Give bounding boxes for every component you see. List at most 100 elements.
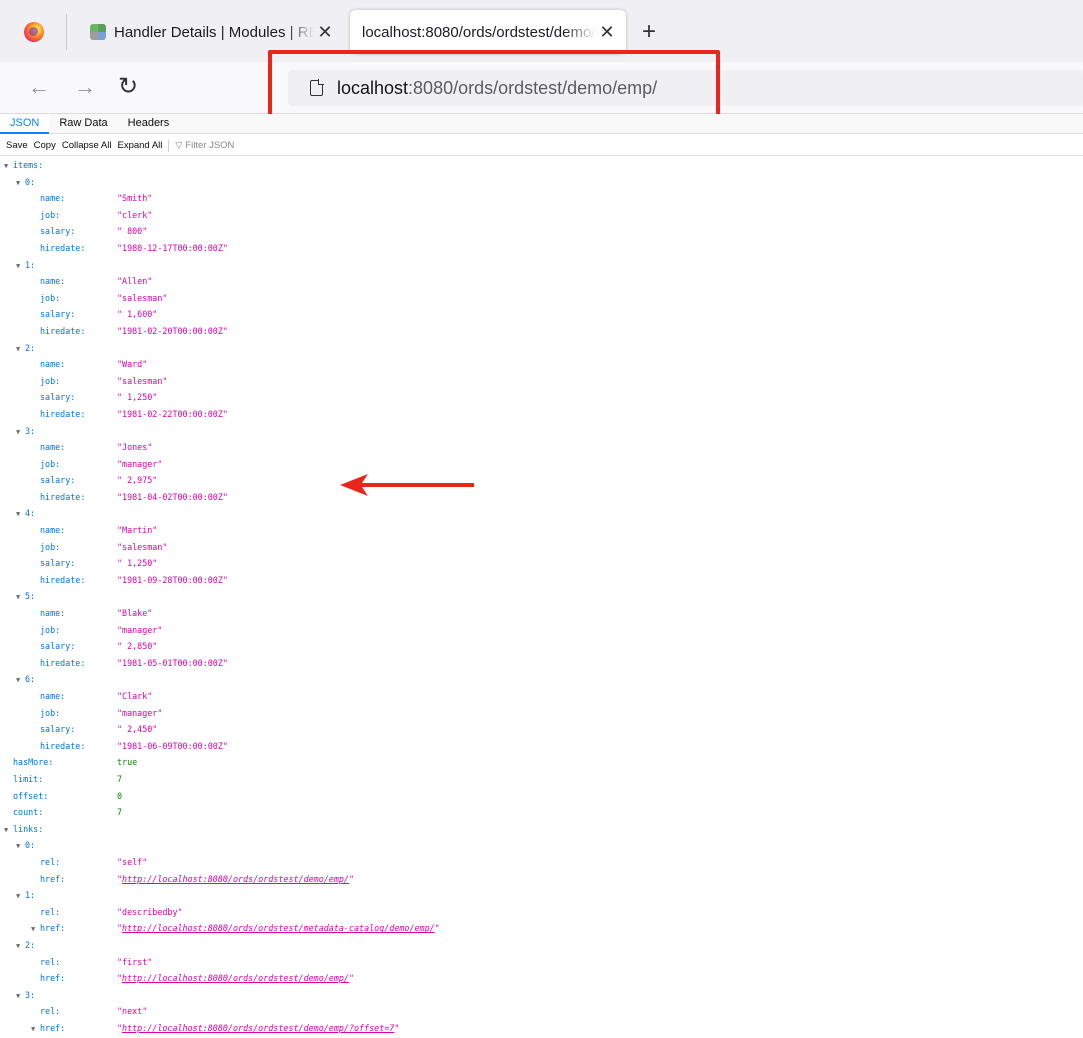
- tree-row[interactable]: rel: "self": [0, 854, 1083, 871]
- tree-row[interactable]: name: "Allen": [0, 273, 1083, 290]
- expand-toggle-icon[interactable]: ▼: [16, 672, 25, 689]
- tree-row[interactable]: job: "salesman": [0, 290, 1083, 307]
- close-icon[interactable]: ✕: [596, 22, 618, 43]
- tree-row[interactable]: rel: "describedby": [0, 904, 1083, 921]
- tree-row[interactable]: count: 7: [0, 804, 1083, 821]
- expand-toggle-icon[interactable]: ▼: [16, 938, 25, 955]
- tree-row[interactable]: job: "salesman": [0, 539, 1083, 556]
- tree-node[interactable]: ▼ 2:: [0, 937, 1083, 954]
- tree-row[interactable]: salary: " 1,250": [0, 555, 1083, 572]
- href-link[interactable]: http://localhost:8080/ords/ordstest/demo…: [122, 1023, 394, 1033]
- tree-row[interactable]: name: "Clark": [0, 688, 1083, 705]
- tree-row[interactable]: hiredate: "1981-09-28T00:00:00Z": [0, 572, 1083, 589]
- tree-row[interactable]: ▼ href: "http://localhost:8080/ords/ordste…: [0, 1020, 1083, 1037]
- forward-arrow-icon[interactable]: →: [74, 74, 96, 100]
- tab-raw-data[interactable]: Raw Data: [49, 114, 117, 134]
- tree-node[interactable]: ▼ 1:: [0, 887, 1083, 904]
- tree-row[interactable]: salary: " 800": [0, 223, 1083, 240]
- filter-json-input[interactable]: Filter JSON: [185, 140, 234, 151]
- tree-row[interactable]: limit: 7: [0, 771, 1083, 788]
- tree-row[interactable]: hiredate: "1980-12-17T00:00:00Z": [0, 240, 1083, 257]
- tree-row[interactable]: hiredate: "1981-02-22T00:00:00Z": [0, 406, 1083, 423]
- tab-handler-details[interactable]: Handler Details | Modules | RESTful Serv…: [76, 10, 344, 54]
- tree-row[interactable]: salary: " 2,850": [0, 638, 1083, 655]
- json-tree: ▼ items: ▼ 0: name: "Smith" job: "clerk" salary:…: [0, 157, 1083, 1036]
- collapse-all-button[interactable]: Collapse All: [62, 140, 112, 151]
- tree-row[interactable]: job: "clerk": [0, 207, 1083, 224]
- tree-node[interactable]: ▼ 3:: [0, 987, 1083, 1004]
- tree-node[interactable]: ▼ 3:: [0, 423, 1083, 440]
- hiredate-key-label: hiredate:: [40, 740, 86, 751]
- name-key: name:: [40, 273, 65, 290]
- expand-toggle-icon[interactable]: ▼: [16, 988, 25, 1005]
- expand-toggle-icon[interactable]: ▼: [16, 258, 25, 275]
- reload-icon[interactable]: ↻: [118, 72, 138, 101]
- links-key: ▼ links:: [4, 821, 43, 839]
- firefox-logo-icon[interactable]: [24, 22, 44, 42]
- tree-row[interactable]: rel: "next": [0, 1003, 1083, 1020]
- tree-row[interactable]: job: "manager": [0, 705, 1083, 722]
- tree-node[interactable]: ▼ 6:: [0, 671, 1083, 688]
- expand-toggle-icon[interactable]: ▼: [16, 888, 25, 905]
- tree-row[interactable]: hiredate: "1981-04-02T00:00:00Z": [0, 489, 1083, 506]
- expand-toggle-icon[interactable]: ▼: [16, 424, 25, 441]
- tree-row[interactable]: name: "Martin": [0, 522, 1083, 539]
- tree-row[interactable]: salary: " 1,250": [0, 389, 1083, 406]
- new-tab-button[interactable]: +: [642, 18, 656, 46]
- expand-toggle-icon[interactable]: ▼: [16, 506, 25, 523]
- expand-all-button[interactable]: Expand All: [117, 140, 162, 151]
- tree-row[interactable]: hasMore: true: [0, 754, 1083, 771]
- tree-row[interactable]: job: "manager": [0, 622, 1083, 639]
- tree-row[interactable]: job: "manager": [0, 456, 1083, 473]
- tree-row[interactable]: hiredate: "1981-05-01T00:00:00Z": [0, 655, 1083, 672]
- tree-row[interactable]: name: "Ward": [0, 356, 1083, 373]
- tree-row[interactable]: job: "salesman": [0, 373, 1083, 390]
- expand-toggle-icon[interactable]: ▼: [16, 838, 25, 855]
- expand-toggle-icon[interactable]: ▼: [16, 589, 25, 606]
- tab-json[interactable]: JSON: [0, 114, 50, 134]
- tree-node[interactable]: ▼ 4:: [0, 505, 1083, 522]
- close-icon[interactable]: ✕: [314, 22, 336, 43]
- expand-toggle-icon[interactable]: ▼: [4, 158, 13, 175]
- tree-row[interactable]: name: "Smith": [0, 190, 1083, 207]
- tree-node[interactable]: ▼ 0:: [0, 837, 1083, 854]
- tree-row[interactable]: offset: 0: [0, 788, 1083, 805]
- tab-headers[interactable]: Headers: [118, 114, 180, 134]
- tab-emp-endpoint[interactable]: localhost:8080/ords/ordstest/demo/emp/ ✕: [350, 10, 626, 54]
- href-link[interactable]: http://localhost:8080/ords/ordstest/demo…: [122, 874, 349, 884]
- tree-row[interactable]: hiredate: "1981-06-09T00:00:00Z": [0, 738, 1083, 755]
- expand-toggle-icon[interactable]: ▼: [4, 822, 13, 839]
- expand-toggle-icon[interactable]: ▼: [16, 175, 25, 192]
- tree-node[interactable]: ▼ 5:: [0, 588, 1083, 605]
- back-arrow-icon[interactable]: ←: [28, 74, 50, 100]
- href-value[interactable]: "http://localhost:8080/ords/ordstest/dem…: [117, 970, 354, 987]
- href-link[interactable]: http://localhost:8080/ords/ordstest/meta…: [122, 923, 435, 933]
- href-value[interactable]: "http://localhost:8080/ords/ordstest/dem…: [117, 871, 354, 888]
- expand-toggle-icon[interactable]: ▼: [31, 921, 40, 938]
- tree-row[interactable]: ▼ href: "http://localhost:8080/ords/ordste…: [0, 920, 1083, 937]
- save-button[interactable]: Save: [6, 140, 28, 151]
- tree-row[interactable]: rel: "first": [0, 954, 1083, 971]
- tree-row[interactable]: href: "http://localhost:8080/ords/ordstes…: [0, 970, 1083, 987]
- tree-row[interactable]: name: "Jones": [0, 439, 1083, 456]
- href-key: href:: [40, 871, 65, 888]
- salary-key: salary:: [40, 306, 75, 323]
- href-value[interactable]: "http://localhost:8080/ords/ordstest/dem…: [117, 1020, 399, 1037]
- tree-row[interactable]: name: "Blake": [0, 605, 1083, 622]
- expand-toggle-icon[interactable]: ▼: [31, 1021, 40, 1038]
- tree-row[interactable]: salary: " 2,975": [0, 472, 1083, 489]
- tree-row[interactable]: salary: " 1,600": [0, 306, 1083, 323]
- tree-row[interactable]: hiredate: "1981-02-20T00:00:00Z": [0, 323, 1083, 340]
- href-link[interactable]: http://localhost:8080/ords/ordstest/demo…: [122, 973, 349, 983]
- tree-node[interactable]: ▼ 1:: [0, 257, 1083, 274]
- tree-node[interactable]: ▼ items:: [0, 157, 1083, 174]
- expand-toggle-icon[interactable]: ▼: [16, 341, 25, 358]
- tree-row[interactable]: salary: " 2,450": [0, 721, 1083, 738]
- tree-node[interactable]: ▼ links:: [0, 821, 1083, 838]
- tree-node[interactable]: ▼ 2:: [0, 340, 1083, 357]
- tree-row[interactable]: href: "http://localhost:8080/ords/ordstes…: [0, 871, 1083, 888]
- tree-node[interactable]: ▼ 0:: [0, 174, 1083, 191]
- copy-button[interactable]: Copy: [34, 140, 56, 151]
- href-value[interactable]: "http://localhost:8080/ords/ordstest/met…: [117, 920, 440, 937]
- rel-value: "describedby": [117, 906, 183, 917]
